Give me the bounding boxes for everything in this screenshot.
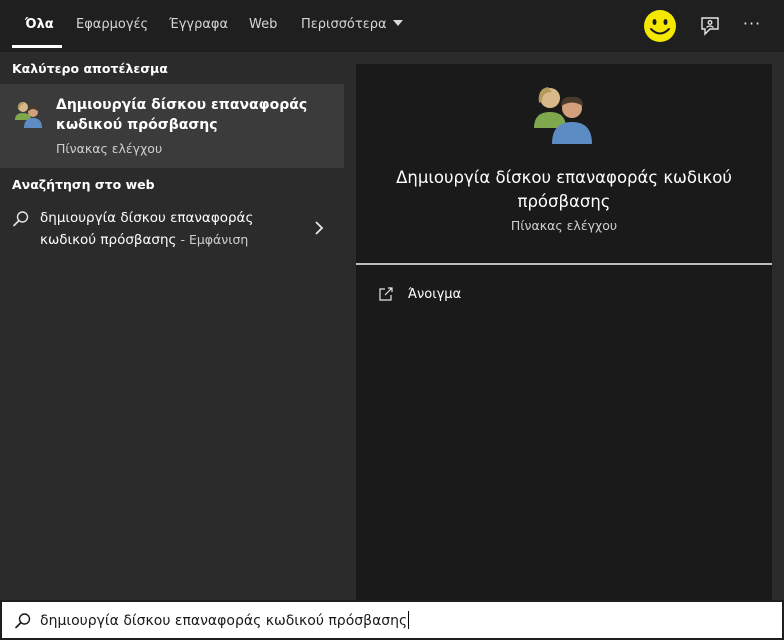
- open-action[interactable]: Άνοιγμα: [378, 284, 578, 308]
- preview-title: Δημιουργία δίσκου επαναφοράς κωδικού πρό…: [396, 168, 732, 211]
- search-bar[interactable]: δημιουργία δίσκου επαναφοράς κωδικού πρό…: [0, 600, 784, 640]
- chevron-right-icon[interactable]: [312, 220, 326, 236]
- best-match-item[interactable]: Δημιουργία δίσκου επαναφοράς κωδικού πρό…: [0, 84, 344, 168]
- feedback-icon[interactable]: [698, 14, 722, 38]
- tab-apps[interactable]: Εφαρμογές: [76, 0, 148, 52]
- tab-more-label: Περισσότερα: [301, 17, 387, 32]
- more-options-icon[interactable]: ···: [740, 10, 764, 40]
- open-label: Άνοιγμα: [408, 287, 462, 302]
- users-icon: [15, 102, 42, 128]
- users-icon: [534, 87, 592, 144]
- best-match-subtitle: Πίνακας ελέγχου: [56, 141, 163, 156]
- smiley-icon[interactable]: [642, 8, 678, 44]
- tab-active-indicator: [12, 45, 62, 48]
- tab-more[interactable]: Περισσότερα: [301, 0, 403, 52]
- top-bar: Όλα Εφαρμογές Έγγραφα Web Περισσότερα ··…: [0, 0, 784, 52]
- tab-web[interactable]: Web: [249, 0, 277, 52]
- divider: [356, 263, 772, 265]
- web-result-suffix: - Εμφάνιση: [176, 232, 249, 247]
- search-input-value: δημιουργία δίσκου επαναφοράς κωδικού πρό…: [40, 613, 408, 629]
- search-input[interactable]: δημιουργία δίσκου επαναφοράς κωδικού πρό…: [40, 611, 410, 629]
- preview-subtitle: Πίνακας ελέγχου: [510, 218, 618, 233]
- best-match-title: Δημιουργία δίσκου επαναφοράς κωδικού πρό…: [56, 97, 308, 133]
- web-result-text: δημιουργία δίσκου επαναφοράς κωδικού πρό…: [40, 208, 300, 251]
- open-icon: [379, 287, 393, 301]
- search-icon: [13, 211, 29, 227]
- best-match-heading: Καλύτερο αποτέλεσμα: [12, 61, 168, 76]
- chevron-down-icon: [392, 20, 403, 26]
- web-search-heading: Αναζήτηση στο web: [12, 177, 155, 192]
- tab-documents[interactable]: Έγγραφα: [169, 0, 228, 52]
- web-search-result[interactable]: δημιουργία δίσκου επαναφοράς κωδικού πρό…: [0, 202, 344, 256]
- results-panel: Καλύτερο αποτέλεσμα Δημιουργία δίσκου επ…: [0, 52, 344, 600]
- preview-panel: Δημιουργία δίσκου επαναφοράς κωδικού πρό…: [356, 64, 772, 600]
- text-cursor: [408, 611, 410, 629]
- search-icon: [15, 613, 31, 629]
